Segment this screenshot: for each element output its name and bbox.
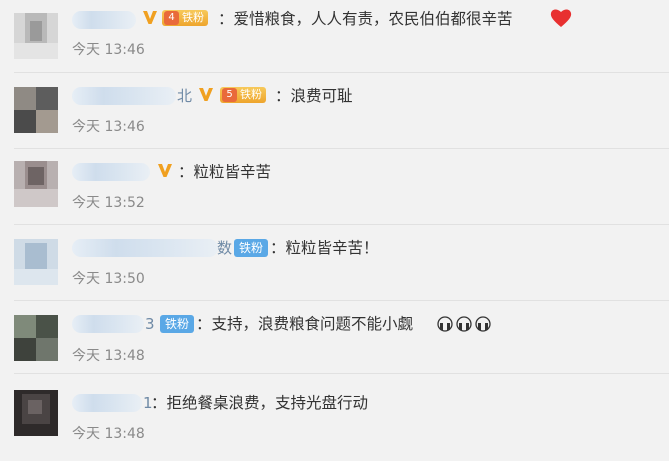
timestamp: 今天 13:52 [72,195,145,211]
timestamp: 今天 13:50 [72,271,145,287]
comment-item: 4 铁粉 ：爱惜粮食，人人有责，农民伯伯都很辛苦 今天 13:46 [0,0,669,73]
sad-face-icon [436,315,492,333]
avatar[interactable] [14,161,58,207]
username-tail[interactable]: 北 [177,87,192,105]
verified-v-icon [141,8,159,26]
fan-badge: 铁粉 [160,315,195,333]
username-blurred[interactable] [72,87,176,105]
username-blurred[interactable] [72,11,136,29]
username-blurred[interactable] [72,315,144,333]
heart-icon [550,8,572,28]
timestamp: 今天 13:46 [72,42,145,58]
fan-badge: 4 铁粉 [162,10,208,26]
verified-v-icon [197,85,215,103]
timestamp: 今天 13:48 [72,426,145,442]
timestamp: 今天 13:46 [72,119,145,135]
comment-text: ：粒粒皆辛苦！ [270,239,379,257]
comment-list: 4 铁粉 ：爱惜粮食，人人有责，农民伯伯都很辛苦 今天 13:46 北 5 铁粉… [0,0,669,461]
username-blurred[interactable] [72,163,150,181]
comment-item: 数 铁粉 ：粒粒皆辛苦！ 今天 13:50 [0,225,669,301]
fan-badge: 5 铁粉 [220,87,266,103]
avatar[interactable] [14,239,58,285]
avatar[interactable] [14,390,58,436]
fan-level: 5 [222,88,237,102]
username-blurred[interactable] [72,239,218,257]
comment-item: 3 铁粉 ：支持，浪费粮食问题不能小觑 今天 13:48 [0,301,669,374]
comment-item: ：粒粒皆辛苦 今天 13:52 [0,149,669,225]
comment-item: 北 5 铁粉 ：浪费可耻 今天 13:46 [0,73,669,149]
username-tail[interactable]: 3 [145,315,155,333]
comment-text: ：浪费可耻 [275,87,353,105]
avatar[interactable] [14,315,58,361]
avatar[interactable] [14,87,58,133]
comment-text: ：爱惜粮食，人人有责，农民伯伯都很辛苦 [218,10,513,28]
username-tail[interactable]: 数 [217,239,232,257]
comment-item: 1 ：拒绝餐桌浪费，支持光盘行动 今天 13:48 [0,374,669,461]
comment-text: ：支持，浪费粮食问题不能小觑 [196,315,414,333]
fan-level: 4 [164,11,179,25]
verified-v-icon [156,161,174,179]
comment-text: ：粒粒皆辛苦 [178,163,272,181]
avatar[interactable] [14,13,58,59]
comment-text: ：拒绝餐桌浪费，支持光盘行动 [151,394,369,412]
fan-badge-label: 铁粉 [240,88,262,101]
username-blurred[interactable] [72,394,142,412]
fan-badge: 铁粉 [234,239,269,257]
fan-badge-label: 铁粉 [182,11,204,24]
timestamp: 今天 13:48 [72,348,145,364]
